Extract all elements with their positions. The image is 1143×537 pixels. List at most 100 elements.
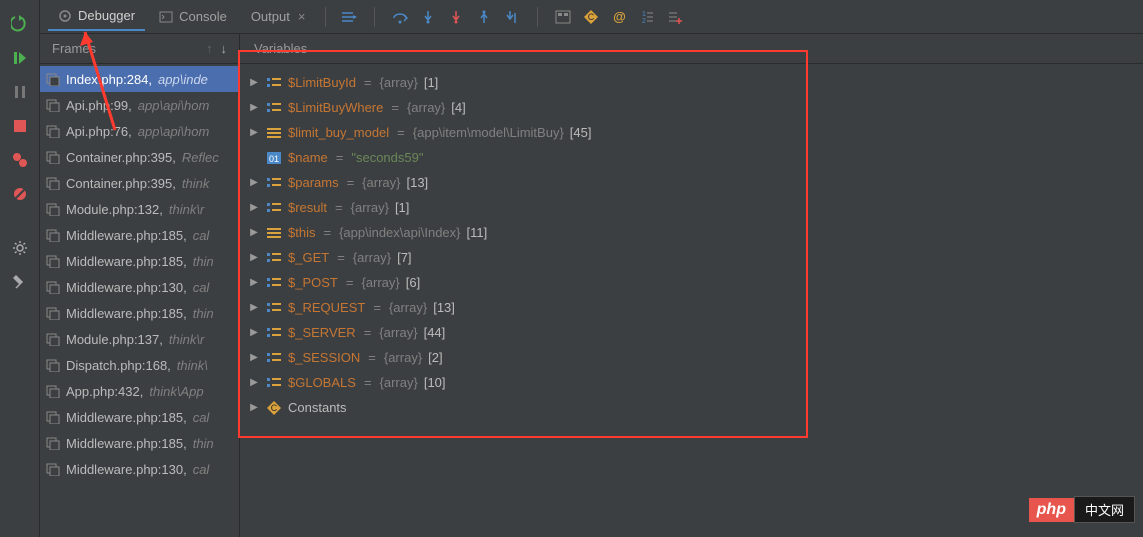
expand-arrow-icon[interactable]: ▶ [248,77,260,88]
run-to-cursor-button[interactable] [503,8,521,26]
variable-row[interactable]: ▶$limit_buy_model = {app\item\model\Limi… [244,120,1139,145]
stack-frame-icon [46,410,60,424]
expand-arrow-icon[interactable]: ▶ [248,202,260,213]
frame-file: Container.php:395, [66,176,176,191]
frame-row[interactable]: Dispatch.php:168, think\ [40,352,239,378]
at-button[interactable]: @ [610,8,628,26]
frame-path: app\api\hom [138,124,210,139]
show-execution-point-button[interactable] [340,8,358,26]
expand-arrow-icon[interactable]: ▶ [248,377,260,388]
variable-row[interactable]: ▶$_SERVER = {array} [44] [244,320,1139,345]
variable-row[interactable]: ▶$this = {app\index\api\Index} [11] [244,220,1139,245]
frame-row[interactable]: Middleware.php:130, cal [40,274,239,300]
resume-button[interactable] [10,48,30,68]
add-watch-button[interactable] [666,8,684,26]
force-step-into-button[interactable] [447,8,465,26]
frame-row[interactable]: Container.php:395, Reflec [40,144,239,170]
variable-row[interactable]: ▶$LimitBuyWhere = {array} [4] [244,95,1139,120]
frame-path: think\r [169,332,204,347]
frame-file: Middleware.php:185, [66,306,187,321]
variable-row[interactable]: ▶$params = {array} [13] [244,170,1139,195]
view-breakpoints-button[interactable] [10,150,30,170]
expand-arrow-icon[interactable]: ▶ [248,227,260,238]
variable-row[interactable]: ▶$GLOBALS = {array} [10] [244,370,1139,395]
expand-arrow-icon[interactable]: ▶ [248,277,260,288]
variable-row[interactable]: ▶$_REQUEST = {array} [13] [244,295,1139,320]
frame-file: Dispatch.php:168, [66,358,171,373]
var-type-icon [266,175,282,191]
step-out-button[interactable] [475,8,493,26]
frames-down-button[interactable]: ↓ [221,41,228,56]
stop-button[interactable] [10,116,30,136]
frame-row[interactable]: Index.php:284, app\inde [40,66,239,92]
expand-arrow-icon[interactable]: ▶ [248,302,260,313]
rerun-button[interactable] [10,14,30,34]
close-icon[interactable]: × [298,9,306,24]
var-count: [6] [406,275,420,290]
frame-path: think\App [149,384,203,399]
frame-row[interactable]: Middleware.php:185, thin [40,430,239,456]
tab-console[interactable]: Console [149,3,237,30]
frame-file: Middleware.php:130, [66,280,187,295]
stack-frame-icon [46,98,60,112]
variable-row[interactable]: 01$name = "seconds59" [244,145,1139,170]
expand-arrow-icon[interactable]: ▶ [248,352,260,363]
tab-debugger[interactable]: Debugger [48,2,145,31]
frame-file: Api.php:76, [66,124,132,139]
frame-row[interactable]: Module.php:132, think\r [40,196,239,222]
tab-output[interactable]: Output × [241,3,316,30]
frame-row[interactable]: Middleware.php:130, cal [40,456,239,482]
expand-arrow-icon[interactable]: ▶ [248,252,260,263]
frame-path: cal [193,228,210,243]
variable-row[interactable]: ▶$LimitBuyId = {array} [1] [244,70,1139,95]
frame-row[interactable]: Middleware.php:185, cal [40,222,239,248]
variable-row[interactable]: ▶$result = {array} [1] [244,195,1139,220]
tab-debugger-label: Debugger [78,8,135,23]
variable-row[interactable]: ▶$_POST = {array} [6] [244,270,1139,295]
stack-frame-icon [46,150,60,164]
frame-row[interactable]: Module.php:137, think\r [40,326,239,352]
stack-frame-icon [46,202,60,216]
settings-button[interactable] [10,238,30,258]
var-name: Constants [288,400,347,415]
var-type-icon: C [266,400,282,416]
evaluate-expression-button[interactable] [554,8,572,26]
tab-output-label: Output [251,9,290,24]
var-type-icon [266,325,282,341]
step-over-button[interactable] [391,8,409,26]
frames-up-button[interactable]: ↑ [206,41,213,56]
var-type: {array} [361,275,399,290]
stack-frame-icon [46,280,60,294]
frame-row[interactable]: Container.php:395, think [40,170,239,196]
frame-row[interactable]: Middleware.php:185, cal [40,404,239,430]
frame-row[interactable]: Middleware.php:185, thin [40,300,239,326]
step-into-button[interactable] [419,8,437,26]
pin-button[interactable] [10,272,30,292]
var-count: [10] [424,375,446,390]
frame-row[interactable]: Api.php:99, app\api\hom [40,92,239,118]
expand-arrow-icon[interactable]: ▶ [248,102,260,113]
frame-row[interactable]: App.php:432, think\App [40,378,239,404]
expand-arrow-icon[interactable]: ▶ [248,127,260,138]
expand-arrow-icon[interactable]: ▶ [248,327,260,338]
sort-button[interactable]: 12 [638,8,656,26]
trace-button[interactable]: C [582,8,600,26]
debug-gutter [0,0,40,537]
pause-button[interactable] [10,82,30,102]
var-type-icon [266,250,282,266]
var-type: {array} [351,200,389,215]
expand-arrow-icon[interactable]: ▶ [248,177,260,188]
expand-arrow-icon[interactable]: ▶ [248,402,260,413]
var-type: {array} [407,100,445,115]
variable-row[interactable]: ▶$_SESSION = {array} [2] [244,345,1139,370]
mute-breakpoints-button[interactable] [10,184,30,204]
svg-text:2: 2 [642,18,646,24]
var-name: $LimitBuyId [288,75,356,90]
var-count: [13] [433,300,455,315]
variable-row[interactable]: ▶$_GET = {array} [7] [244,245,1139,270]
frame-path: cal [193,410,210,425]
frame-row[interactable]: Api.php:76, app\api\hom [40,118,239,144]
variable-row[interactable]: ▶ C Constants [244,395,1139,420]
variables-panel: Variables ▶$LimitBuyId = {array} [1]▶$Li… [240,34,1143,537]
frame-row[interactable]: Middleware.php:185, thin [40,248,239,274]
